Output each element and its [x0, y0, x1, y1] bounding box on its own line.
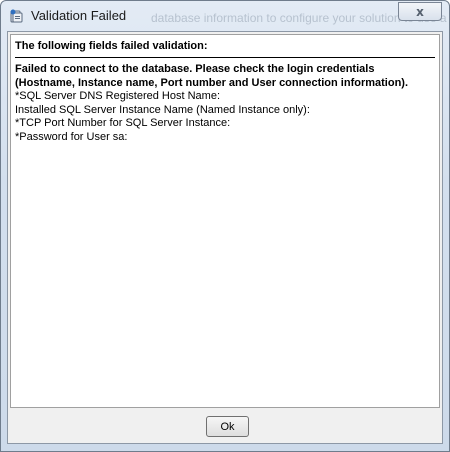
- window-title: Validation Failed: [31, 8, 127, 23]
- failed-field-instance-name: Installed SQL Server Instance Name (Name…: [15, 103, 310, 116]
- close-icon: x: [416, 4, 424, 19]
- message-panel: The following fields failed validation: …: [10, 34, 440, 408]
- app-icon: [9, 8, 25, 24]
- title-bar[interactable]: database information to configure your s…: [1, 1, 449, 31]
- header-divider: [15, 57, 435, 58]
- dialog-client-area: The following fields failed validation: …: [7, 31, 443, 444]
- ok-button[interactable]: Ok: [206, 416, 249, 437]
- failed-field-host-name: *SQL Server DNS Registered Host Name:: [15, 90, 220, 102]
- failed-field-password: *Password for User sa:: [15, 130, 128, 143]
- error-message-line-1: Failed to connect to the database. Pleas…: [15, 63, 375, 75]
- failed-field-port-number: *TCP Port Number for SQL Server Instance…: [15, 117, 231, 129]
- close-button[interactable]: x: [398, 2, 442, 21]
- message-body: Failed to connect to the database. Pleas…: [15, 63, 439, 144]
- validation-dialog: database information to configure your s…: [0, 0, 450, 452]
- button-bar: Ok: [8, 409, 442, 443]
- error-message-line-2: (Hostname, Instance name, Port number an…: [15, 76, 409, 89]
- validation-header: The following fields failed validation:: [15, 40, 208, 52]
